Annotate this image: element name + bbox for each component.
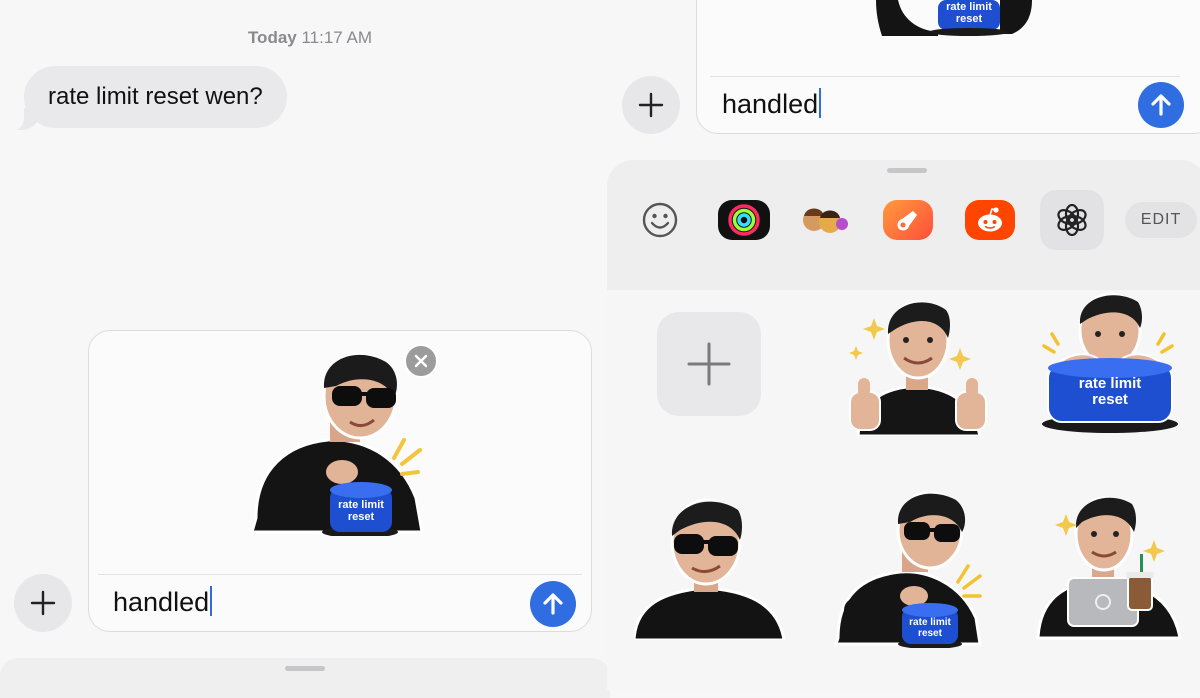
sticker-badge-line2: reset — [1092, 390, 1128, 408]
message-timestamp: Today 11:17 AM — [0, 28, 620, 48]
message-input-text: handled — [722, 89, 819, 119]
remove-attachment-button[interactable] — [404, 344, 438, 378]
arrow-up-icon — [1151, 94, 1171, 116]
sticker-badge-line2: reset — [918, 627, 942, 639]
incoming-message-bubble[interactable]: rate limit reset wen? — [24, 66, 287, 128]
send-button[interactable] — [1138, 82, 1184, 128]
message-input-left[interactable]: handled — [113, 586, 213, 618]
compose-divider — [710, 76, 1180, 77]
plus-icon — [687, 342, 731, 386]
attached-sticker-top[interactable]: rate limit reset — [876, 0, 1036, 36]
text-caret — [819, 88, 822, 118]
arrow-up-icon — [543, 593, 563, 615]
timestamp-time: 11:17 AM — [301, 28, 373, 47]
sticker-rate-limit-button[interactable]: rate limit reset — [1040, 292, 1180, 434]
sticker-laptop-coffee[interactable] — [1036, 494, 1186, 640]
add-attachment-button[interactable] — [14, 574, 72, 632]
attached-sticker-pressing-button[interactable]: rate limit reset — [248, 348, 428, 536]
emoji-icon[interactable] — [635, 200, 685, 240]
chatgpt-icon[interactable] — [1040, 190, 1104, 250]
message-input-text: handled — [113, 587, 210, 617]
timestamp-day: Today — [247, 28, 297, 47]
edit-apps-button[interactable]: EDIT — [1125, 202, 1197, 238]
sticker-badge-line2: reset — [347, 510, 375, 523]
add-sticker-button[interactable] — [657, 312, 761, 416]
text-caret — [210, 586, 213, 616]
garageband-icon[interactable] — [883, 200, 933, 240]
sticker-badge-line2: reset — [955, 12, 983, 25]
fitness-rings-icon[interactable] — [718, 200, 770, 240]
memoji-icon[interactable] — [800, 200, 850, 240]
sticker-badge-line1: rate limit — [946, 1, 992, 13]
sticker-badge-line1: rate limit — [1078, 375, 1142, 392]
bottom-sheet[interactable] — [0, 658, 610, 698]
sticker-badge-line1: rate limit — [909, 617, 951, 628]
close-icon — [414, 354, 428, 368]
sheet-grabber[interactable] — [285, 666, 325, 671]
reddit-icon[interactable] — [965, 200, 1015, 240]
plus-icon — [638, 92, 664, 118]
compose-divider — [98, 574, 582, 575]
sticker-pressing-button[interactable]: rate limit reset — [834, 488, 986, 648]
add-attachment-button[interactable] — [622, 76, 680, 134]
drawer-grabber[interactable] — [887, 168, 927, 173]
sticker-badge-line1: rate limit — [338, 499, 384, 511]
message-input-right[interactable]: handled — [722, 88, 822, 120]
plus-icon — [30, 590, 56, 616]
sticker-thumbs-up[interactable] — [844, 296, 994, 436]
send-button[interactable] — [530, 581, 576, 627]
sticker-sunglasses[interactable] — [634, 496, 786, 640]
